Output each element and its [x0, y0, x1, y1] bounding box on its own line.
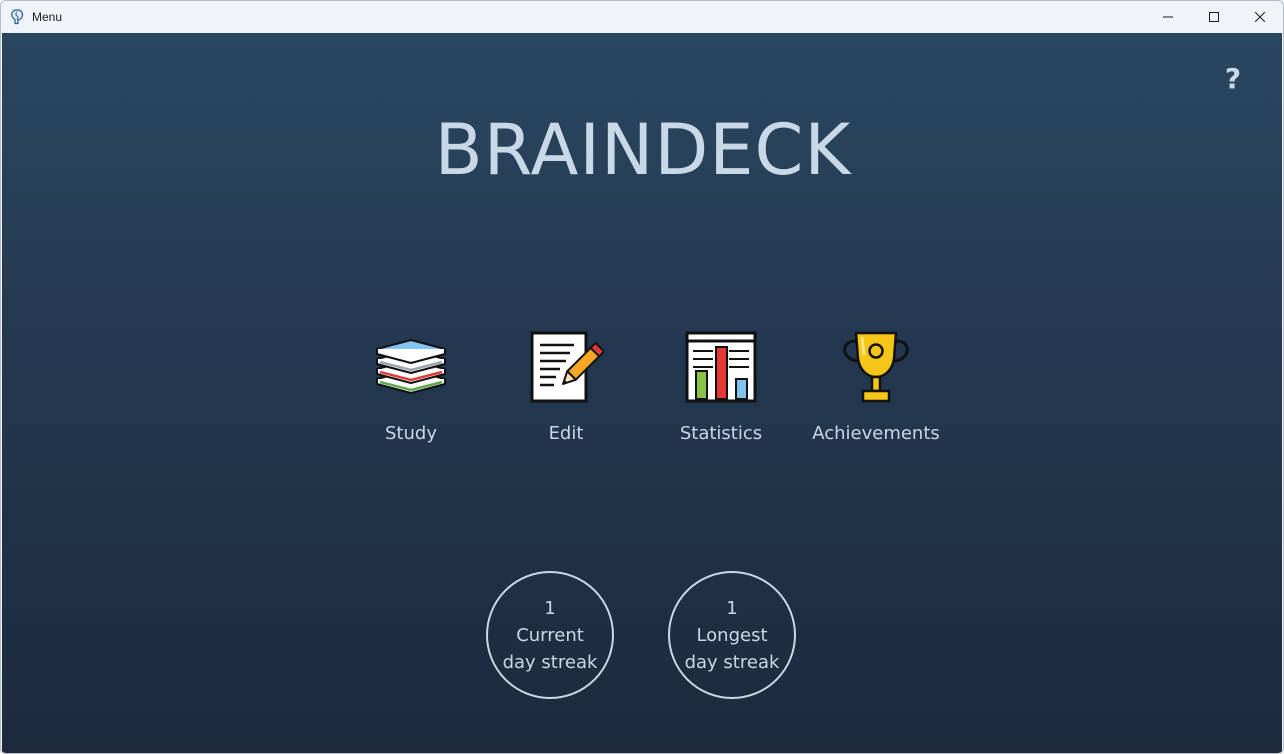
maximize-icon	[1209, 12, 1219, 22]
current-streak-value: 1	[544, 597, 556, 619]
study-button[interactable]: Study	[336, 329, 486, 453]
brain-icon	[10, 9, 26, 25]
current-streak-badge: 1 Current day streak	[486, 571, 614, 699]
close-icon	[1255, 12, 1265, 22]
edit-pencil-icon	[528, 329, 604, 405]
achievements-label: Achievements	[812, 423, 940, 444]
longest-streak-badge: 1 Longest day streak	[668, 571, 796, 699]
achievements-button[interactable]: Achievements	[801, 329, 951, 453]
edit-label: Edit	[548, 423, 584, 444]
current-streak-label-line2: day streak	[502, 651, 598, 673]
edit-button[interactable]: Edit	[491, 329, 641, 453]
longest-streak-label-line2: day streak	[684, 651, 780, 673]
main-content: ? BRAINDECK Study Edit Statistics Achiev…	[2, 33, 1282, 753]
current-streak-label-line1: Current	[516, 624, 584, 646]
title-bar[interactable]: Menu	[1, 1, 1283, 33]
window-title: Menu	[32, 10, 63, 24]
statistics-button[interactable]: Statistics	[646, 329, 796, 453]
help-button[interactable]: ?	[1220, 63, 1246, 95]
longest-streak-label-line1: Longest	[696, 624, 768, 646]
app-title: BRAINDECK	[434, 109, 852, 191]
app-window: Menu ? BRAINDECK Study Edit Statistics A…	[0, 0, 1284, 754]
minimize-button[interactable]	[1145, 1, 1191, 33]
statistics-label: Statistics	[679, 423, 763, 444]
trophy-icon	[838, 329, 914, 405]
bar-chart-icon	[683, 329, 759, 405]
books-icon	[373, 329, 449, 405]
longest-streak-value: 1	[726, 597, 738, 619]
study-label: Study	[385, 423, 437, 444]
minimize-icon	[1163, 16, 1173, 18]
close-button[interactable]	[1237, 1, 1283, 33]
maximize-button[interactable]	[1191, 1, 1237, 33]
window-controls	[1145, 1, 1283, 33]
